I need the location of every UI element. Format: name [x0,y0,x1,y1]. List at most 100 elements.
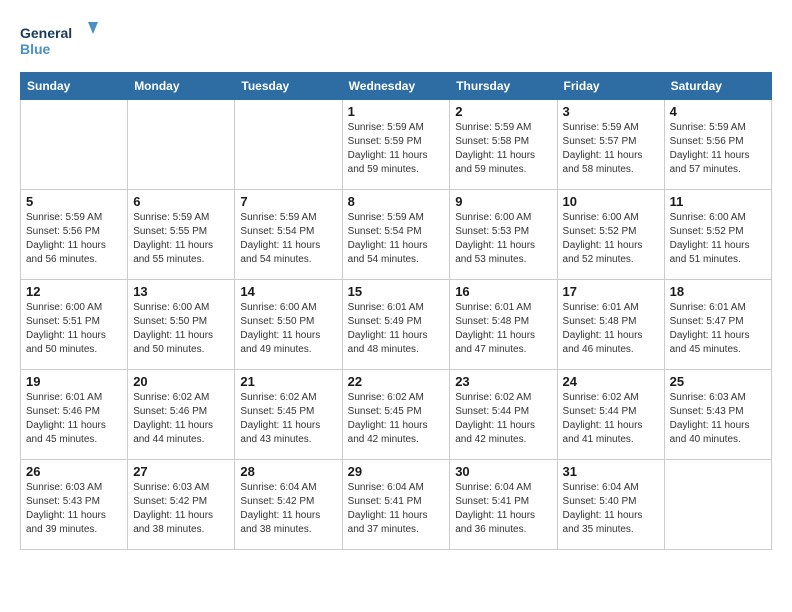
calendar-cell: 31Sunrise: 6:04 AM Sunset: 5:40 PM Dayli… [557,460,664,550]
weekday-header-thursday: Thursday [450,73,557,100]
calendar-cell: 30 Sunrise: 6:04 AM Sunset: 5:41 PM Dayli… [450,460,557,550]
day-number: 14 [240,284,336,299]
day-info: Sunrise: 6:03 AM Sunset: 5:43 PM Dayligh… [670,391,766,447]
svg-text:General: General [20,25,72,41]
calendar-cell: 4 Sunrise: 5:59 AM Sunset: 5:56 PM Daylig… [664,100,771,190]
day-info: Sunrise: 6:03 AM Sunset: 5:43 PM Dayligh… [26,481,122,537]
day-info: Sunrise: 6:01 AM Sunset: 5:48 PM Dayligh… [455,301,551,357]
day-number: 16 [455,284,551,299]
calendar-table: SundayMondayTuesdayWednesdayThursdayFrid… [20,72,772,550]
day-number: 3 [563,104,659,119]
day-number: 31 [563,464,659,479]
calendar-cell: 8 Sunrise: 5:59 AM Sunset: 5:54 PM Daylig… [342,190,450,280]
day-number: 18 [670,284,766,299]
logo-svg: General Blue [20,20,100,62]
calendar-week-4: 19 Sunrise: 6:01 AM Sunset: 5:46 PM Dayli… [21,370,772,460]
calendar-cell: 12 Sunrise: 6:00 AM Sunset: 5:51 PM Dayli… [21,280,128,370]
weekday-header-wednesday: Wednesday [342,73,450,100]
day-info: Sunrise: 5:59 AM Sunset: 5:54 PM Dayligh… [240,211,336,267]
day-info: Sunrise: 6:00 AM Sunset: 5:53 PM Dayligh… [455,211,551,267]
svg-text:Blue: Blue [20,41,51,57]
calendar-week-1: 1 Sunrise: 5:59 AM Sunset: 5:59 PM Daylig… [21,100,772,190]
day-number: 12 [26,284,122,299]
day-number: 2 [455,104,551,119]
calendar-cell [664,460,771,550]
weekday-header-friday: Friday [557,73,664,100]
weekday-header-tuesday: Tuesday [235,73,342,100]
day-number: 26 [26,464,122,479]
day-info: Sunrise: 6:01 AM Sunset: 5:48 PM Dayligh… [563,301,659,357]
day-info: Sunrise: 5:59 AM Sunset: 5:57 PM Dayligh… [563,121,659,177]
day-number: 21 [240,374,336,389]
calendar-week-3: 12 Sunrise: 6:00 AM Sunset: 5:51 PM Dayli… [21,280,772,370]
day-number: 28 [240,464,336,479]
calendar-cell: 17 Sunrise: 6:01 AM Sunset: 5:48 PM Dayli… [557,280,664,370]
calendar-cell: 15Sunrise: 6:01 AM Sunset: 5:49 PM Dayli… [342,280,450,370]
calendar-cell: 7 Sunrise: 5:59 AM Sunset: 5:54 PM Daylig… [235,190,342,280]
weekday-header-monday: Monday [128,73,235,100]
day-info: Sunrise: 6:00 AM Sunset: 5:52 PM Dayligh… [563,211,659,267]
day-info: Sunrise: 6:04 AM Sunset: 5:41 PM Dayligh… [455,481,551,537]
calendar-cell: 19 Sunrise: 6:01 AM Sunset: 5:46 PM Dayli… [21,370,128,460]
day-info: Sunrise: 5:59 AM Sunset: 5:58 PM Dayligh… [455,121,551,177]
day-number: 11 [670,194,766,209]
day-info: Sunrise: 6:03 AM Sunset: 5:42 PM Dayligh… [133,481,229,537]
day-number: 13 [133,284,229,299]
calendar-cell [128,100,235,190]
day-info: Sunrise: 6:02 AM Sunset: 5:45 PM Dayligh… [240,391,336,447]
day-info: Sunrise: 6:02 AM Sunset: 5:44 PM Dayligh… [563,391,659,447]
day-number: 27 [133,464,229,479]
day-number: 24 [563,374,659,389]
calendar-cell: 10 Sunrise: 6:00 AM Sunset: 5:52 PM Dayli… [557,190,664,280]
day-info: Sunrise: 5:59 AM Sunset: 5:56 PM Dayligh… [26,211,122,267]
calendar-cell: 5 Sunrise: 5:59 AM Sunset: 5:56 PM Daylig… [21,190,128,280]
calendar-cell: 14 Sunrise: 6:00 AM Sunset: 5:50 PM Dayli… [235,280,342,370]
calendar-cell: 1 Sunrise: 5:59 AM Sunset: 5:59 PM Daylig… [342,100,450,190]
calendar-cell: 23 Sunrise: 6:02 AM Sunset: 5:44 PM Dayli… [450,370,557,460]
day-info: Sunrise: 6:00 AM Sunset: 5:50 PM Dayligh… [240,301,336,357]
day-number: 25 [670,374,766,389]
calendar-cell: 16 Sunrise: 6:01 AM Sunset: 5:48 PM Dayli… [450,280,557,370]
day-number: 8 [348,194,445,209]
day-number: 1 [348,104,445,119]
day-number: 10 [563,194,659,209]
calendar-cell: 29Sunrise: 6:04 AM Sunset: 5:41 PM Dayli… [342,460,450,550]
day-info: Sunrise: 6:01 AM Sunset: 5:46 PM Dayligh… [26,391,122,447]
day-number: 5 [26,194,122,209]
day-info: Sunrise: 6:00 AM Sunset: 5:51 PM Dayligh… [26,301,122,357]
weekday-header-sunday: Sunday [21,73,128,100]
calendar-cell: 13 Sunrise: 6:00 AM Sunset: 5:50 PM Dayli… [128,280,235,370]
day-info: Sunrise: 6:02 AM Sunset: 5:44 PM Dayligh… [455,391,551,447]
day-number: 7 [240,194,336,209]
calendar-cell: 9Sunrise: 6:00 AM Sunset: 5:53 PM Daylig… [450,190,557,280]
calendar-cell: 21 Sunrise: 6:02 AM Sunset: 5:45 PM Dayli… [235,370,342,460]
day-number: 22 [348,374,445,389]
calendar-cell [21,100,128,190]
day-info: Sunrise: 6:00 AM Sunset: 5:52 PM Dayligh… [670,211,766,267]
logo: General Blue [20,20,100,62]
day-info: Sunrise: 5:59 AM Sunset: 5:54 PM Dayligh… [348,211,445,267]
day-number: 19 [26,374,122,389]
day-info: Sunrise: 6:01 AM Sunset: 5:47 PM Dayligh… [670,301,766,357]
day-info: Sunrise: 6:02 AM Sunset: 5:46 PM Dayligh… [133,391,229,447]
day-info: Sunrise: 6:00 AM Sunset: 5:50 PM Dayligh… [133,301,229,357]
day-number: 17 [563,284,659,299]
day-info: Sunrise: 5:59 AM Sunset: 5:56 PM Dayligh… [670,121,766,177]
day-number: 29 [348,464,445,479]
calendar-cell: 3 Sunrise: 5:59 AM Sunset: 5:57 PM Daylig… [557,100,664,190]
calendar-cell: 27 Sunrise: 6:03 AM Sunset: 5:42 PM Dayli… [128,460,235,550]
day-number: 30 [455,464,551,479]
calendar-week-2: 5 Sunrise: 5:59 AM Sunset: 5:56 PM Daylig… [21,190,772,280]
page-header: General Blue [20,20,772,62]
weekday-header-row: SundayMondayTuesdayWednesdayThursdayFrid… [21,73,772,100]
day-number: 4 [670,104,766,119]
calendar-cell: 28Sunrise: 6:04 AM Sunset: 5:42 PM Dayli… [235,460,342,550]
day-info: Sunrise: 5:59 AM Sunset: 5:59 PM Dayligh… [348,121,445,177]
calendar-cell: 18 Sunrise: 6:01 AM Sunset: 5:47 PM Dayli… [664,280,771,370]
calendar-cell [235,100,342,190]
day-number: 23 [455,374,551,389]
calendar-cell: 26 Sunrise: 6:03 AM Sunset: 5:43 PM Dayli… [21,460,128,550]
calendar-cell: 6Sunrise: 5:59 AM Sunset: 5:55 PM Daylig… [128,190,235,280]
day-info: Sunrise: 5:59 AM Sunset: 5:55 PM Dayligh… [133,211,229,267]
calendar-cell: 20Sunrise: 6:02 AM Sunset: 5:46 PM Dayli… [128,370,235,460]
